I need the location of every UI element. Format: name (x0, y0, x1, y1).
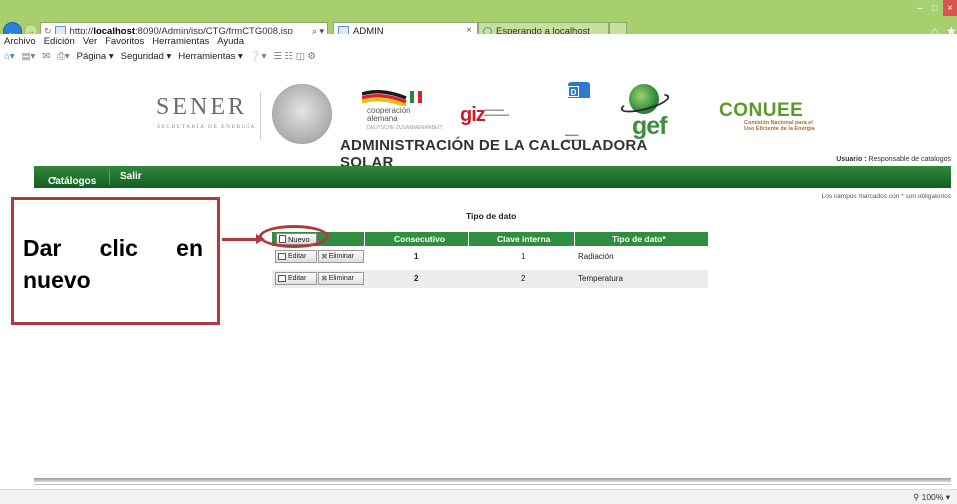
column-header-clave-interna[interactable]: Clave interna (497, 234, 550, 244)
cell-tipo-de-dato: Radiación (578, 252, 614, 261)
delete-label: Eliminar (328, 253, 354, 260)
maximize-button[interactable]: □ (928, 0, 942, 16)
table-row: Editar ✖ Eliminar 2 2 Temperatura (272, 270, 708, 288)
delete-button[interactable]: ✖ Eliminar (318, 272, 364, 285)
conuee-subtitle: Comisión Nacional para el Uso Eficiente … (744, 120, 815, 132)
status-bar: ⚲ 100% ▾ (0, 489, 957, 504)
callout-arrow (222, 238, 258, 241)
main-nav: Catálogos ▼ Salir (34, 166, 951, 188)
feeds-icon[interactable]: ▤▾ (22, 51, 36, 62)
help-icon[interactable]: ❔▾ (250, 51, 267, 62)
edit-icon (278, 275, 286, 282)
footer-rule-thin (34, 484, 951, 485)
header-divider (574, 232, 575, 246)
delete-label: Eliminar (328, 275, 354, 282)
column-header-tipo-de-dato[interactable]: Tipo de dato* (612, 234, 666, 244)
footer-rule (34, 478, 951, 482)
german-cooperation-text: cooperación alemana DEUTSCHE ZUSAMMENARB… (367, 107, 443, 132)
coop-subtitle: DEUTSCHE ZUSAMMENARBEIT (367, 125, 443, 131)
chevron-down-icon: ▾ (945, 492, 950, 502)
print-icon[interactable]: ⎙▾ (57, 51, 69, 62)
menu-edicion[interactable]: Edición (44, 36, 75, 47)
chevron-down-icon: ▼ (51, 176, 58, 183)
giz-logo-subtext: ▬▬▬▬ ▬▬▬▬▬ (484, 107, 509, 118)
user-label: Usuario : (836, 156, 867, 163)
zoom-icon: ⚲ (912, 492, 920, 502)
instruction-line-1: Dar clic en (23, 235, 203, 261)
undp-letter-d: D (568, 86, 579, 97)
cmd-herramientas[interactable]: Herramientas ▾ (178, 51, 242, 62)
required-fields-note: Los campos marcados con * son obligatori… (821, 193, 951, 200)
menu-herramientas[interactable]: Herramientas (152, 36, 209, 47)
cell-clave-interna: 2 (521, 274, 526, 283)
user-info: Usuario : Responsable de catalogos (836, 156, 951, 163)
edit-label: Editar (288, 275, 307, 282)
conuee-sub-line-2: Uso Eficiente de la Energía (744, 126, 815, 132)
sener-logo: SENER (156, 94, 248, 120)
toolbar-extra-icons[interactable]: ☰ ☷ ◫ ⚙ (273, 51, 315, 62)
undp-logo: PN UD (568, 82, 590, 132)
giz-logo: giz (460, 104, 486, 126)
edit-icon (278, 253, 286, 260)
coop-line-2: alemana (367, 114, 398, 123)
table-row: Editar ✖ Eliminar 1 1 Radiación (272, 248, 708, 266)
user-value: Responsable de catalogos (868, 156, 951, 163)
instruction-text: Dar clic en nuevo (23, 232, 203, 296)
cell-consecutivo: 2 (414, 274, 419, 283)
delete-icon: ✖ (321, 252, 328, 261)
section-title: Tipo de dato (466, 211, 517, 221)
sener-subtitle: SECRETARÍA DE ENERGÍA (157, 124, 256, 130)
mexico-seal-logo (272, 84, 332, 144)
cmd-pagina[interactable]: Página ▾ (77, 51, 114, 62)
logo-divider (260, 92, 261, 140)
menu-archivo[interactable]: Archivo (4, 36, 36, 47)
german-cooperation-flag-logo (362, 90, 422, 106)
edit-label: Editar (288, 253, 307, 260)
menu-bar: Archivo Edición Ver Favoritos Herramient… (0, 34, 957, 48)
close-button[interactable]: × (943, 0, 957, 16)
instruction-line-2: nuevo (23, 267, 91, 293)
menu-ayuda[interactable]: Ayuda (217, 36, 244, 47)
header-divider (468, 232, 469, 246)
menu-favoritos[interactable]: Favoritos (105, 36, 144, 47)
home-cmd-icon[interactable]: ⌂▾ (4, 51, 15, 62)
header-divider (364, 232, 365, 246)
nav-divider (109, 169, 110, 185)
minimize-button[interactable]: – (913, 0, 927, 16)
highlight-ring (259, 225, 329, 248)
delete-icon: ✖ (321, 274, 328, 283)
command-bar: ⌂▾ ▤▾ ✉ ⎙▾ Página ▾ Seguridad ▾ Herramie… (0, 48, 957, 64)
cell-tipo-de-dato: Temperatura (578, 274, 623, 283)
zoom-level: 100% (921, 492, 944, 502)
menu-ver[interactable]: Ver (83, 36, 97, 47)
delete-button[interactable]: ✖ Eliminar (318, 250, 364, 263)
edit-button[interactable]: Editar (275, 272, 317, 285)
mail-icon[interactable]: ✉ (42, 51, 50, 62)
conuee-logo: CONUEE (719, 100, 804, 121)
edit-button[interactable]: Editar (275, 250, 317, 263)
cell-clave-interna: 1 (521, 252, 526, 261)
cell-consecutivo: 1 (414, 252, 419, 261)
column-header-consecutivo[interactable]: Consecutivo (394, 234, 445, 244)
cmd-seguridad[interactable]: Seguridad ▾ (121, 51, 172, 62)
zoom-control[interactable]: ⚲ 100% ▾ (913, 492, 950, 503)
table-header: Consecutivo Clave interna Tipo de dato* (272, 232, 708, 246)
nav-salir[interactable]: Salir (120, 171, 142, 182)
